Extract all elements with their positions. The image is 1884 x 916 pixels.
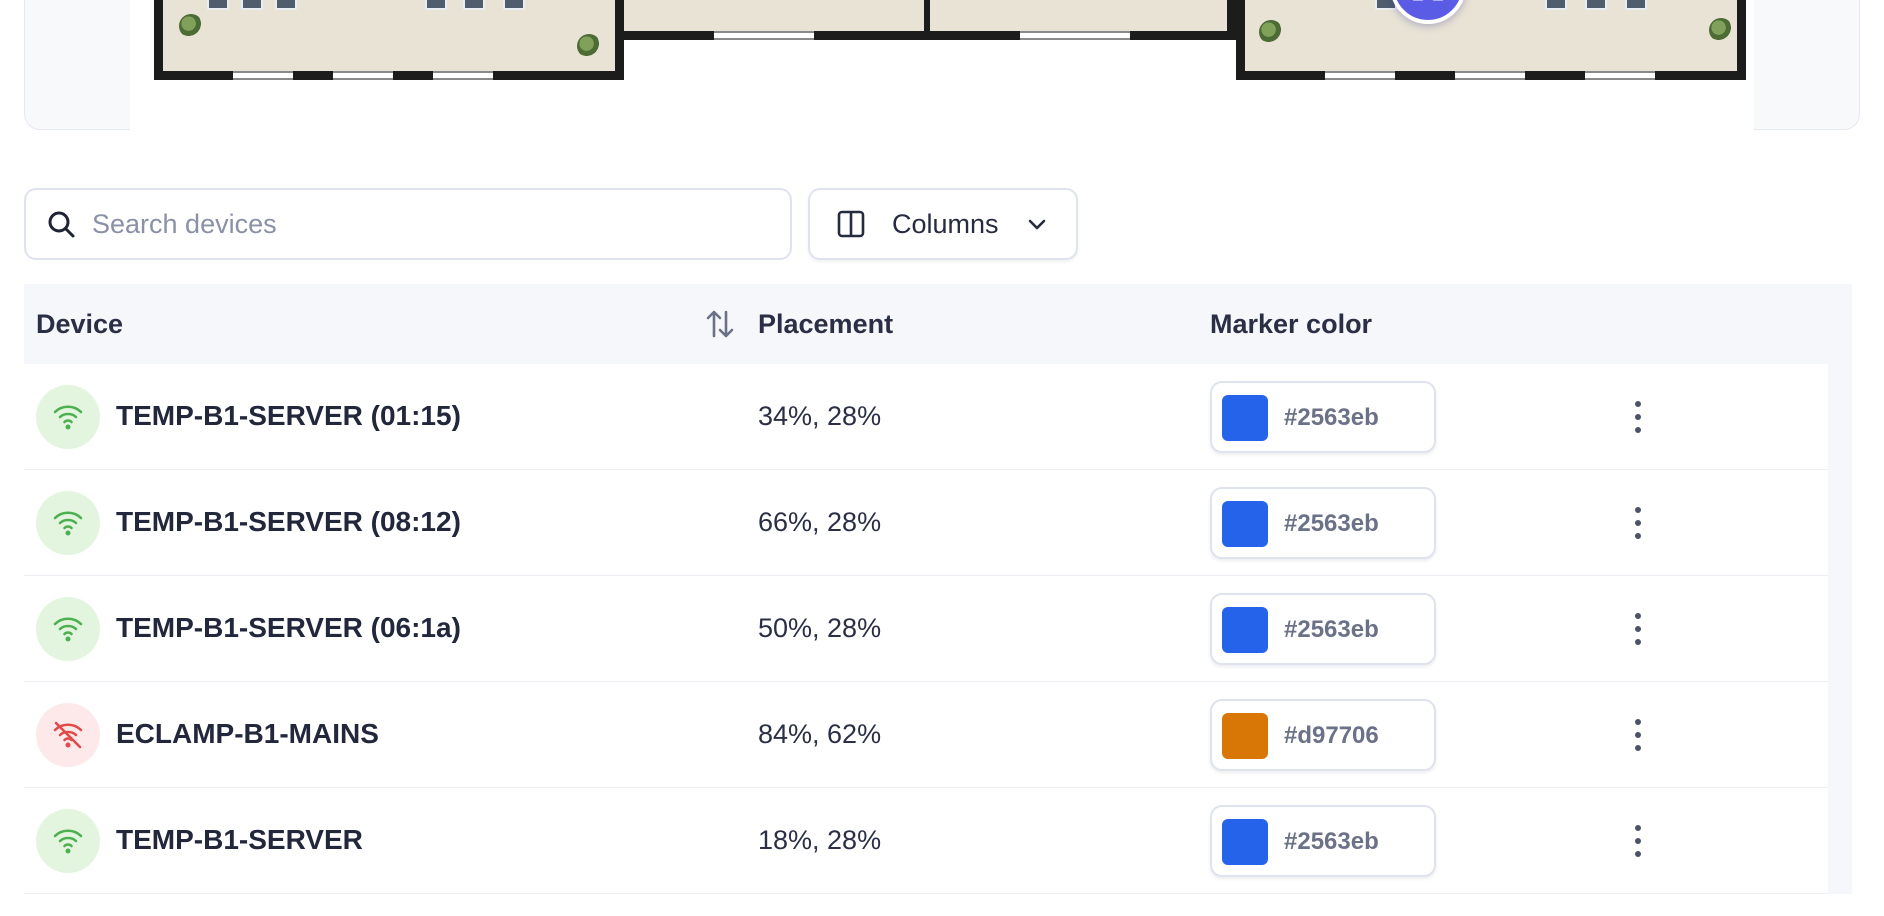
color-hex: #d97706	[1284, 722, 1379, 749]
marker-color-picker[interactable]: #2563eb	[1210, 593, 1436, 665]
columns-button[interactable]: Columns	[808, 188, 1078, 260]
marker-color-picker[interactable]: #2563eb	[1210, 487, 1436, 559]
sort-icon[interactable]	[704, 308, 736, 340]
floor-plan-corridor	[624, 0, 930, 40]
table-row[interactable]: TEMP-B1-SERVER 18%, 28% #2563eb	[24, 788, 1828, 894]
more-vertical-icon[interactable]	[1628, 503, 1648, 543]
wifi-off-icon	[53, 721, 83, 749]
marker-color-picker[interactable]: #2563eb	[1210, 381, 1436, 453]
device-placement: 84%, 62%	[758, 719, 882, 749]
table-scrollbar[interactable]	[1828, 364, 1852, 894]
column-header-placement[interactable]: Placement	[758, 309, 893, 340]
chevron-down-icon	[1028, 219, 1045, 230]
wifi-icon	[53, 511, 83, 536]
columns-button-label: Columns	[892, 208, 999, 239]
device-placement: 34%, 28%	[758, 401, 882, 431]
column-header-marker-color[interactable]: Marker color	[1210, 309, 1372, 340]
device-placement: 50%, 28%	[758, 613, 882, 643]
color-hex: #2563eb	[1284, 828, 1379, 855]
search-box[interactable]	[24, 188, 792, 260]
table-body: TEMP-B1-SERVER (01:15) 34%, 28% #2563eb …	[24, 364, 1828, 894]
status-online	[36, 385, 100, 449]
status-online	[36, 491, 100, 555]
floor-plan-room	[1236, 0, 1746, 80]
more-vertical-icon[interactable]	[1628, 397, 1648, 437]
network-icon	[1412, 0, 1444, 1]
marker-color-picker[interactable]: #d97706	[1210, 699, 1436, 771]
status-offline	[36, 703, 100, 767]
color-hex: #2563eb	[1284, 616, 1379, 643]
floor-plan-image[interactable]	[130, 0, 1754, 130]
table-row[interactable]: ECLAMP-B1-MAINS 84%, 62% #d97706	[24, 682, 1828, 788]
color-swatch	[1222, 819, 1268, 865]
table-row[interactable]: TEMP-B1-SERVER (08:12) 66%, 28% #2563eb	[24, 470, 1828, 576]
more-vertical-icon[interactable]	[1628, 715, 1648, 755]
color-swatch	[1222, 607, 1268, 653]
marker-color-picker[interactable]: #2563eb	[1210, 805, 1436, 877]
floor-plan-corridor	[930, 0, 1236, 40]
floor-plan-room	[154, 0, 624, 80]
status-online	[36, 809, 100, 873]
more-vertical-icon[interactable]	[1628, 609, 1648, 649]
device-name[interactable]: ECLAMP-B1-MAINS	[116, 718, 379, 750]
device-name[interactable]: TEMP-B1-SERVER (01:15)	[116, 400, 461, 432]
table-row[interactable]: TEMP-B1-SERVER (06:1a) 50%, 28% #2563eb	[24, 576, 1828, 682]
status-online	[36, 597, 100, 661]
table-row[interactable]: TEMP-B1-SERVER (01:15) 34%, 28% #2563eb	[24, 364, 1828, 470]
search-input[interactable]	[92, 208, 752, 240]
device-placement: 66%, 28%	[758, 507, 882, 537]
color-swatch	[1222, 501, 1268, 547]
columns-icon	[837, 210, 865, 238]
table-header: Device Placement Marker color	[24, 284, 1852, 364]
color-hex: #2563eb	[1284, 404, 1379, 431]
wifi-icon	[53, 829, 83, 854]
device-name[interactable]: TEMP-B1-SERVER (06:1a)	[116, 612, 461, 644]
wifi-icon	[53, 617, 83, 642]
devices-table: Device Placement Marker color TEMP-B1-SE…	[24, 284, 1852, 894]
color-swatch	[1222, 395, 1268, 441]
device-name[interactable]: TEMP-B1-SERVER	[116, 824, 363, 856]
color-hex: #2563eb	[1284, 510, 1379, 537]
more-vertical-icon[interactable]	[1628, 821, 1648, 861]
device-placement: 18%, 28%	[758, 825, 882, 855]
search-icon	[48, 211, 75, 238]
wifi-icon	[53, 405, 83, 430]
color-swatch	[1222, 713, 1268, 759]
column-header-device[interactable]: Device	[36, 309, 123, 340]
device-name[interactable]: TEMP-B1-SERVER (08:12)	[116, 506, 461, 538]
